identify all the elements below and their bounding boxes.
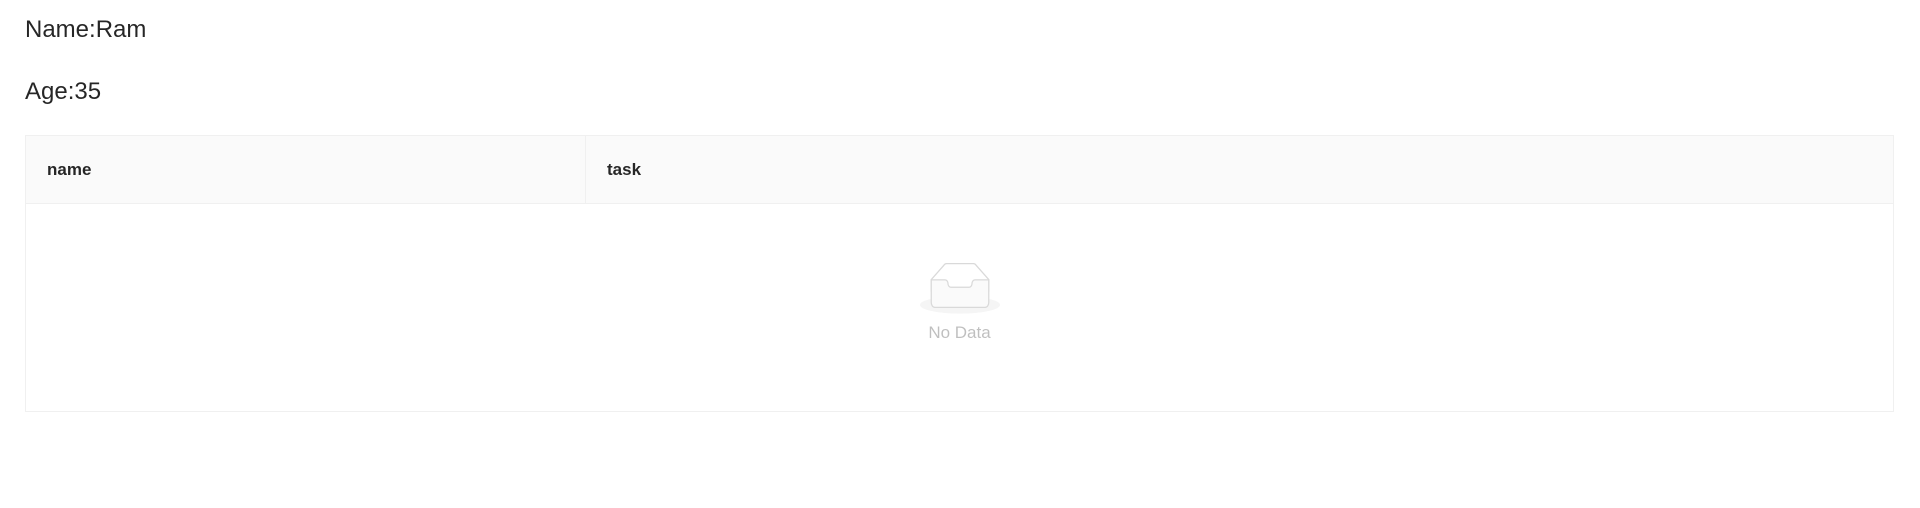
tasks-table: name task No Data xyxy=(25,135,1894,412)
column-header-task: task xyxy=(607,159,642,179)
table-header: name task xyxy=(26,136,1893,204)
empty-state: No Data xyxy=(26,262,1893,344)
name-text: Name:Ram xyxy=(25,16,147,43)
empty-inbox-icon xyxy=(919,263,1000,314)
column-header-name: name xyxy=(26,136,586,203)
empty-text: No Data xyxy=(928,323,991,342)
table-body: No Data xyxy=(26,204,1893,411)
age-text: Age:35 xyxy=(25,78,102,105)
